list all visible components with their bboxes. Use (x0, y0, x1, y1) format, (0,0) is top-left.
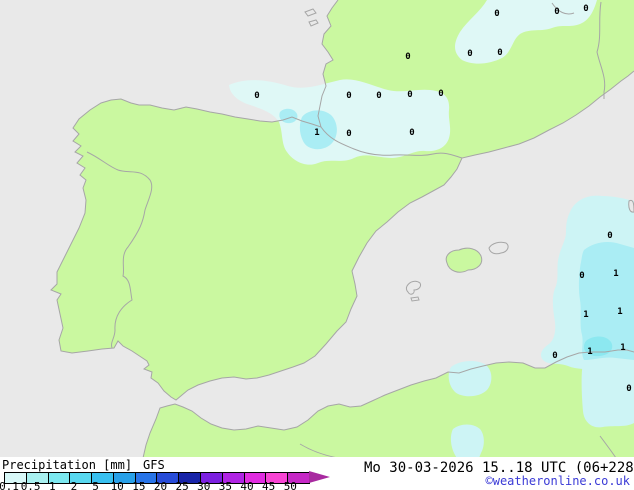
legend-bar: Precipitation [mm] GFS 0.1 0.5 1 2 5 10 15 20 25 3… (0, 457, 634, 490)
precip-value-marker: 0 (554, 7, 560, 18)
color-scale-tick-label: 40 (240, 480, 254, 490)
precip-value-marker: 1 (587, 347, 593, 358)
color-scale-tick-label: 15 (132, 480, 146, 490)
color-scale-tick-label: 50 (283, 480, 297, 490)
color-scale-tick-label: 20 (153, 480, 168, 490)
copyright-text: ©weatheronline.co.uk (485, 474, 631, 488)
formentera-island (410, 296, 420, 302)
precip-area-morocco-south-blob (450, 424, 484, 458)
precip-value-marker: 1 (613, 269, 619, 280)
precip-value-marker: 0 (376, 91, 382, 102)
color-scale-tick-labels: 0.1 0.5 1 2 5 10 15 20 25 30 35 40 45 50 (0, 480, 334, 490)
precip-value-marker: 1 (314, 128, 320, 139)
precip-value-marker: 0 (583, 4, 589, 15)
precip-value-marker: 0 (467, 49, 473, 60)
color-scale-tick-label: 45 (262, 480, 276, 490)
precip-value-marker: 0 (254, 91, 260, 102)
color-scale-tick-label: 10 (110, 480, 124, 490)
precip-value-marker: 0 (409, 128, 415, 139)
color-scale-tick-label: 35 (218, 480, 233, 490)
map-canvas (0, 0, 634, 458)
precip-value-marker: 1 (620, 343, 626, 354)
legend-parameter-label: Precipitation [mm] (2, 458, 133, 472)
precip-value-marker: 0 (346, 91, 352, 102)
small-island-right-edge (628, 199, 634, 213)
precip-value-marker: 0 (497, 48, 503, 59)
legend-model-label: GFS (143, 458, 165, 472)
color-scale-tick-label: 30 (197, 480, 211, 490)
precip-value-marker: 0 (405, 52, 411, 63)
precip-value-marker: 1 (583, 310, 589, 321)
legend-title: Precipitation [mm] GFS (2, 458, 165, 472)
color-scale-tick-label: 5 (92, 480, 99, 490)
precip-value-marker: 0 (438, 89, 444, 100)
color-scale-tick-label: 25 (175, 480, 189, 490)
color-scale-tick-label: 1 (48, 480, 56, 490)
color-scale-tick-label: 0.5 (20, 480, 41, 490)
color-scale-tick-label: 2 (70, 480, 78, 490)
precip-value-marker: 0 (626, 384, 632, 395)
precip-value-marker: 1 (617, 307, 623, 318)
precip-value-marker: 0 (346, 129, 352, 140)
precip-value-marker: 0 (552, 351, 558, 362)
precip-value-marker: 0 (607, 231, 613, 242)
precip-value-marker: 0 (494, 9, 500, 20)
color-scale-tick-label: 0.1 (0, 480, 19, 490)
weather-map-screenshot: 01000000000000001110110 Precipitation [m… (0, 0, 634, 490)
precipitation-map: 0 1 0 0 0 0 0 0 0 0 0 0 0 0 0 0 1 1 1 0 1 1 0 (0, 0, 634, 458)
color-scale-overflow-arrow (309, 471, 330, 483)
precip-area-morocco-blob (448, 361, 492, 397)
precip-value-marker: 0 (579, 271, 585, 282)
precip-value-marker: 0 (407, 90, 413, 101)
